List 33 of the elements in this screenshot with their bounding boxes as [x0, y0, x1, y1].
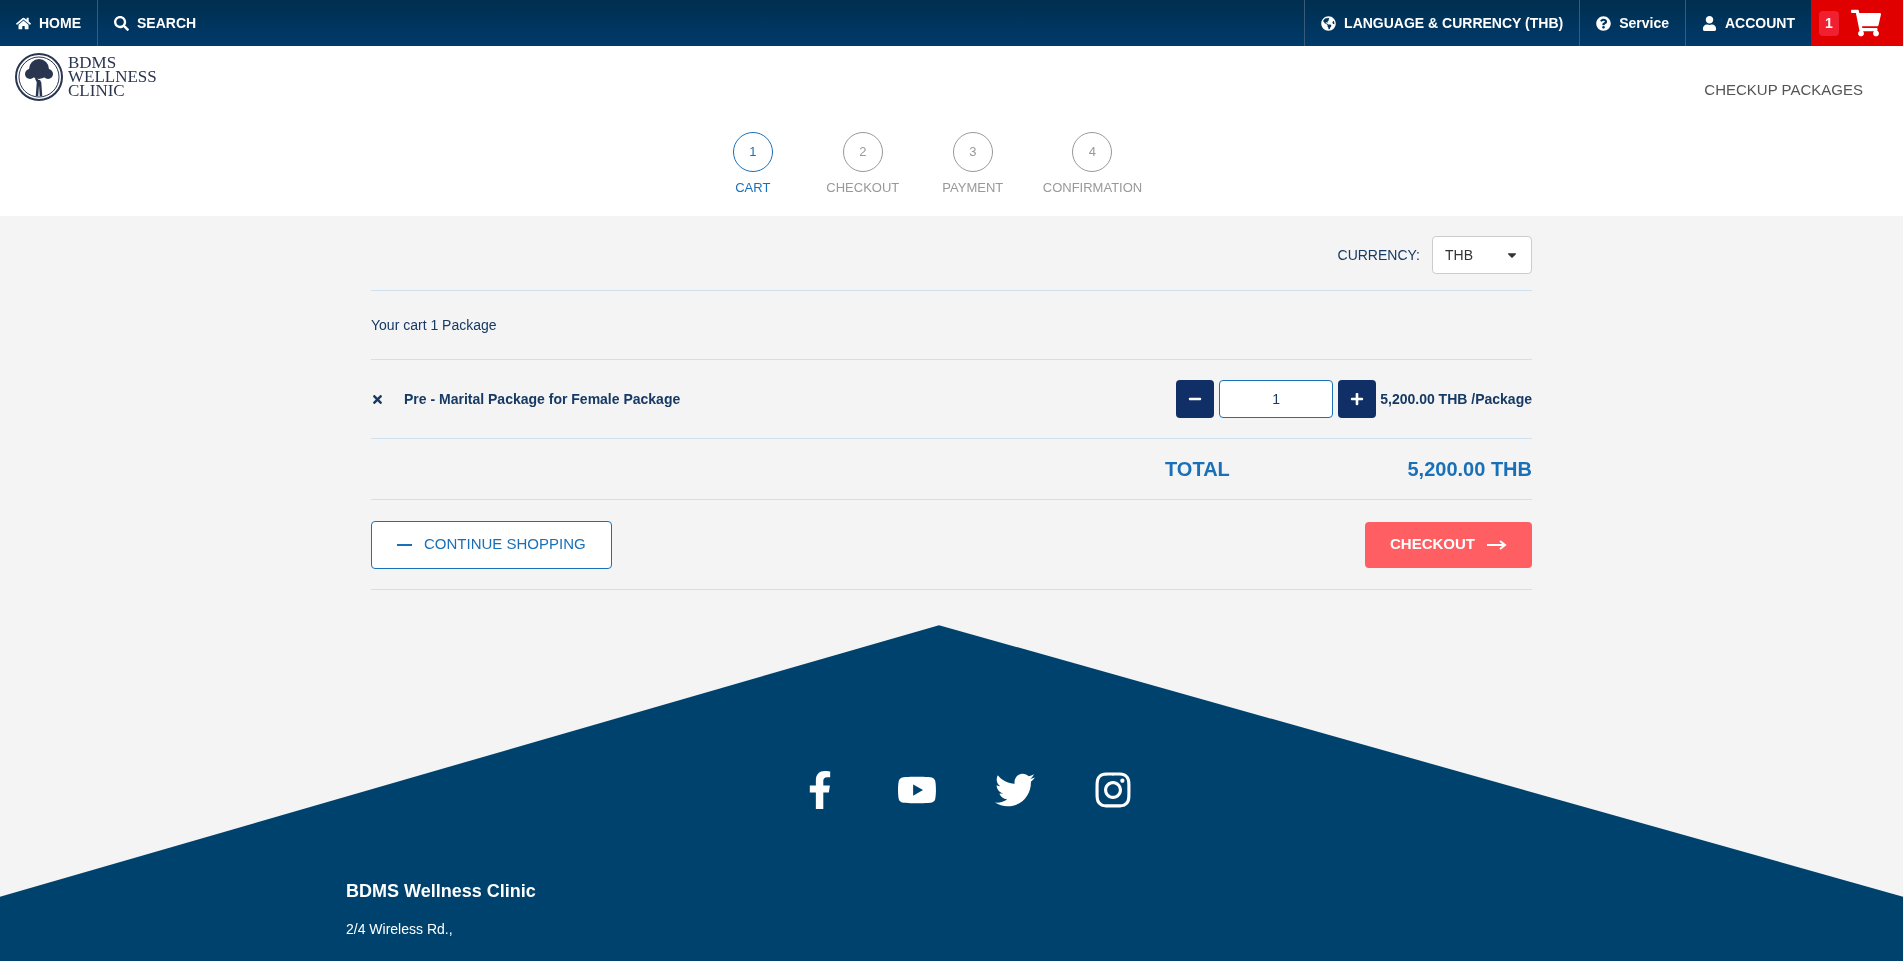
- cart-icon: [1850, 8, 1881, 38]
- remove-icon[interactable]: [371, 392, 384, 406]
- search-icon: [114, 15, 129, 31]
- help-icon: [1596, 15, 1612, 31]
- cart-button[interactable]: 1: [1811, 0, 1903, 46]
- quantity-field[interactable]: 1: [1219, 380, 1334, 418]
- total-label: TOTAL: [1165, 457, 1230, 482]
- checkup-packages-link[interactable]: CHECKUP PACKAGES: [1704, 79, 1863, 102]
- user-icon: [1702, 15, 1717, 31]
- currency-label: CURRENCY:: [1337, 245, 1420, 265]
- tree-logo-icon: [14, 52, 64, 102]
- cart-count-badge: 1: [1819, 10, 1839, 36]
- continue-shopping-button[interactable]: CONTINUE SHOPPING: [371, 520, 612, 569]
- top-nav-link[interactable]: SEARCH: [98, 0, 213, 46]
- globe-icon: [1321, 15, 1337, 31]
- step-label: CHECKOUT: [826, 179, 900, 197]
- step-label: CONFIRMATION: [1042, 179, 1143, 197]
- right-arrow-icon: [1487, 539, 1507, 550]
- currency-dropdown[interactable]: THB: [1432, 236, 1532, 274]
- decrease-button[interactable]: [1176, 380, 1215, 418]
- package-name: Pre - Marital Package for Female Package: [404, 389, 681, 409]
- instagram-icon[interactable]: [1092, 770, 1133, 810]
- increase-button[interactable]: [1338, 380, 1377, 418]
- footer-address: 2/4 Wireless Rd.,: [346, 920, 454, 939]
- footer-clinic-name: BDMS Wellness Clinic: [346, 880, 537, 903]
- logo-wordmark: BDMS WELLNESS CLINIC: [68, 56, 157, 98]
- cart-summary: Your cart 1 Package: [371, 315, 497, 335]
- package-price: 5,200.00 THB /Package: [1380, 389, 1532, 409]
- total-amount: 5,200.00 THB: [1407, 457, 1532, 482]
- step-label: CART: [735, 179, 771, 197]
- step-label: PAYMENT: [942, 179, 1004, 197]
- home-icon: [16, 15, 31, 31]
- plus-icon: [1350, 392, 1365, 406]
